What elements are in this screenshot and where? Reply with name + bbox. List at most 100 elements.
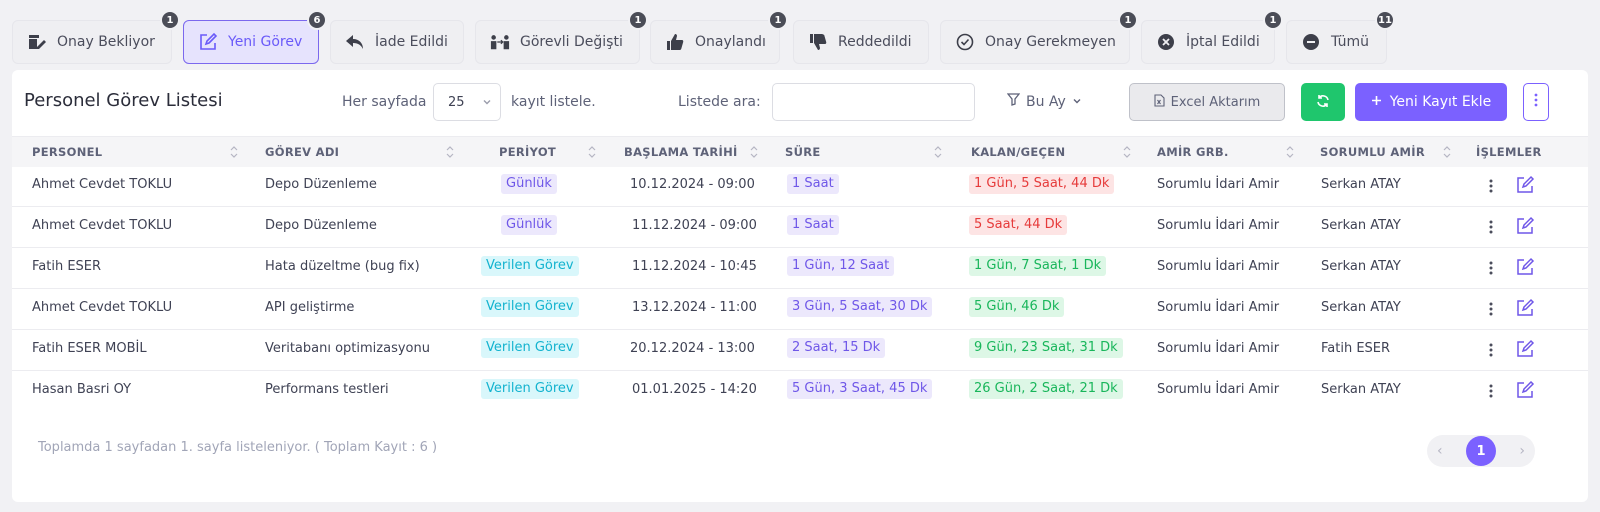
period-badge: Verilen Görev <box>481 338 579 358</box>
remaining-badge: 9 Gün, 23 Saat, 31 Dk <box>969 338 1123 358</box>
thumbs-down-icon <box>808 32 828 52</box>
column-header-amir-grb[interactable]: AMİR GRB. <box>1157 145 1229 159</box>
edit-icon[interactable] <box>1515 175 1535 195</box>
sort-icon[interactable] <box>446 144 454 158</box>
next-page-button[interactable]: › <box>1519 443 1525 459</box>
table-row: Ahmet Cevdet TOKLU Depo Düzenleme Günlük… <box>12 166 1588 207</box>
thumbs-up-icon <box>665 32 685 52</box>
tab-onay-gerekmeyen[interactable]: Onay Gerekmeyen 1 <box>940 10 1138 64</box>
toolbar: Personel Görev Listesi Her sayfada 25 ka… <box>12 70 1588 138</box>
cell-sorumlu-amir: Serkan ATAY <box>1321 259 1401 274</box>
period-badge: Günlük <box>501 215 557 235</box>
table-header: PERSONEL GÖREV ADI PERİYOT BAŞLAMA TARİH… <box>12 136 1588 167</box>
sort-icon[interactable] <box>750 144 758 158</box>
cell-baslama-tarihi: 20.12.2024 - 13:00 <box>630 341 755 356</box>
edit-icon[interactable] <box>1515 339 1535 359</box>
cell-gorev-adi: Hata düzeltme (bug fix) <box>265 259 420 274</box>
cell-baslama-tarihi: 11.12.2024 - 09:00 <box>632 218 757 233</box>
tab-iade-edildi[interactable]: İade Edildi <box>330 20 464 64</box>
tab-label: Tümü <box>1331 34 1370 50</box>
row-actions-menu-icon[interactable] <box>1488 341 1494 359</box>
column-header-periyot[interactable]: PERİYOT <box>499 145 556 159</box>
sort-icon[interactable] <box>230 144 238 158</box>
table-row: Ahmet Cevdet TOKLU Depo Düzenleme Günlük… <box>12 207 1588 248</box>
edit-icon[interactable] <box>1515 257 1535 277</box>
row-actions-menu-icon[interactable] <box>1488 218 1494 236</box>
tab-tumu[interactable]: Tümü 11 <box>1286 10 1395 64</box>
tab-onaylandi[interactable]: Onaylandı 1 <box>650 10 788 64</box>
cell-sorumlu-amir: Serkan ATAY <box>1321 177 1401 192</box>
tab-label: Onay Bekliyor <box>57 34 155 50</box>
cell-personel: Fatih ESER <box>32 259 102 274</box>
tab-reddedildi[interactable]: Reddedildi <box>793 20 929 64</box>
sort-icon[interactable] <box>1443 144 1451 158</box>
edit-icon[interactable] <box>1515 298 1535 318</box>
per-page-select[interactable]: 25 <box>433 83 501 121</box>
tab-gorevli-degisti[interactable]: Görevli Değişti 1 <box>475 10 648 64</box>
cell-gorev-adi: Veritabanı optimizasyonu <box>265 341 430 356</box>
tab-label: Görevli Değişti <box>520 34 623 50</box>
pagination-summary: Toplamda 1 sayfadan 1. sayfa listeleniyo… <box>38 440 438 455</box>
date-filter-dropdown[interactable]: Bu Ay <box>1006 93 1082 110</box>
cell-amir-grb: Sorumlu İdari Amir <box>1157 259 1280 274</box>
remaining-badge: 1 Gün, 7 Saat, 1 Dk <box>969 256 1107 276</box>
period-badge: Günlük <box>501 174 557 194</box>
duration-badge: 2 Saat, 15 Dk <box>787 338 886 358</box>
period-badge: Verilen Görev <box>481 379 579 399</box>
status-tabs: Onay Bekliyor 1 Yeni Görev 6 İade Edildi… <box>12 10 1600 64</box>
file-excel-icon <box>1154 93 1165 111</box>
row-actions-menu-icon[interactable] <box>1488 177 1494 195</box>
page-button-current[interactable]: 1 <box>1466 436 1496 466</box>
add-new-record-button[interactable]: Yeni Kayıt Ekle <box>1355 83 1507 121</box>
pagination: ‹ 1 › <box>1427 435 1535 467</box>
search-input[interactable] <box>772 83 975 121</box>
cell-personel: Ahmet Cevdet TOKLU <box>32 177 173 192</box>
excel-export-label: Excel Aktarım <box>1170 94 1261 110</box>
duration-badge: 1 Gün, 12 Saat <box>787 256 895 276</box>
table-row: Hasan Basri OY Performans testleri Veril… <box>12 371 1588 412</box>
duration-badge: 1 Saat <box>787 215 839 235</box>
tab-yeni-gorev[interactable]: Yeni Görev 6 <box>183 10 327 64</box>
per-page-suffix: kayıt listele. <box>511 94 596 110</box>
vertical-dots-icon <box>1534 93 1538 111</box>
filter-icon <box>1006 93 1021 110</box>
tab-label: Onaylandı <box>695 34 766 50</box>
sort-icon[interactable] <box>1123 144 1131 158</box>
refresh-icon <box>1316 93 1330 112</box>
remaining-badge: 5 Saat, 44 Dk <box>969 215 1068 235</box>
tab-label: İptal Edildi <box>1186 34 1260 50</box>
chevron-down-icon <box>482 96 492 106</box>
row-actions-menu-icon[interactable] <box>1488 300 1494 318</box>
row-actions-menu-icon[interactable] <box>1488 382 1494 400</box>
more-options-button[interactable] <box>1523 83 1549 121</box>
swap-people-icon <box>490 32 510 52</box>
column-header-gorev-adi[interactable]: GÖREV ADI <box>265 145 339 159</box>
sort-icon[interactable] <box>588 144 596 158</box>
table-row: Fatih ESER Hata düzeltme (bug fix) Veril… <box>12 248 1588 289</box>
column-header-kalan-gecen[interactable]: KALAN/GEÇEN <box>971 145 1065 159</box>
column-header-personel[interactable]: PERSONEL <box>32 145 102 159</box>
sort-icon[interactable] <box>934 144 942 158</box>
refresh-button[interactable] <box>1301 83 1345 121</box>
row-actions-menu-icon[interactable] <box>1488 259 1494 277</box>
column-header-sorumlu-amir[interactable]: SORUMLU AMİR <box>1320 145 1425 159</box>
remaining-badge: 1 Gün, 5 Saat, 44 Dk <box>969 174 1115 194</box>
duration-badge: 5 Gün, 3 Saat, 45 Dk <box>787 379 933 399</box>
cell-baslama-tarihi: 10.12.2024 - 09:00 <box>630 177 755 192</box>
x-circle-icon <box>1156 32 1176 52</box>
cell-baslama-tarihi: 11.12.2024 - 10:45 <box>632 259 757 274</box>
column-header-sure[interactable]: SÜRE <box>785 145 821 159</box>
approval-pending-icon <box>27 32 47 52</box>
tab-label: İade Edildi <box>375 34 448 50</box>
previous-page-button[interactable]: ‹ <box>1437 443 1443 459</box>
column-header-baslama-tarihi[interactable]: BAŞLAMA TARİHİ <box>624 145 738 159</box>
cell-sorumlu-amir: Fatih ESER <box>1321 341 1391 356</box>
per-page-label: Her sayfada <box>342 94 427 110</box>
edit-icon[interactable] <box>1515 216 1535 236</box>
edit-icon[interactable] <box>1515 380 1535 400</box>
cell-amir-grb: Sorumlu İdari Amir <box>1157 300 1280 315</box>
tab-onay-bekliyor[interactable]: Onay Bekliyor 1 <box>12 10 180 64</box>
sort-icon[interactable] <box>1286 144 1294 158</box>
tab-iptal-edildi[interactable]: İptal Edildi 1 <box>1141 10 1283 64</box>
excel-export-button[interactable]: Excel Aktarım <box>1129 83 1285 121</box>
